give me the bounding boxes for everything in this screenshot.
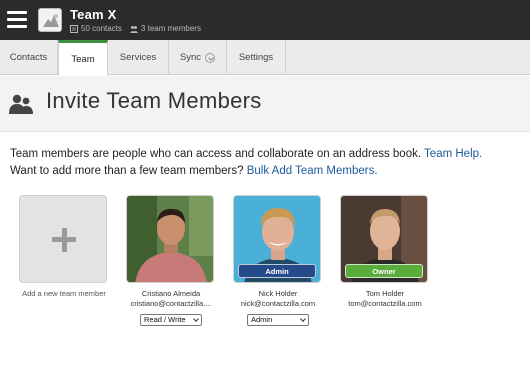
role-select-value: Read / Write — [144, 315, 186, 324]
member-name: Cristiano Almeida — [141, 289, 201, 298]
owner-badge: Owner — [345, 264, 423, 278]
description-text-2: Want to add more than a few team members… — [10, 165, 247, 177]
add-member-button[interactable] — [19, 195, 107, 283]
tab-team[interactable]: Team — [58, 40, 108, 76]
team-help-link[interactable]: Team Help. — [424, 148, 482, 160]
member-card: Owner Tom Holder tom@contactzilla.com — [340, 195, 430, 309]
member-email: cristiano@contactzilla.... — [130, 299, 212, 308]
tab-services[interactable]: Services — [108, 40, 169, 75]
description-text-1: Team members are people who can access a… — [10, 148, 425, 160]
add-member-card: Add a new team member — [19, 195, 109, 299]
member-name: Tom Holder — [365, 289, 405, 298]
top-bar: Team X 50 contacts 3 team members — [0, 0, 530, 40]
role-select[interactable]: Read / Write — [140, 313, 202, 326]
members-count: 3 team members — [140, 24, 201, 33]
member-name: Nick Holder — [258, 289, 298, 298]
team-meta: 50 contacts 3 team members — [70, 24, 209, 33]
bulk-add-link[interactable]: Bulk Add Team Members. — [247, 165, 378, 177]
member-card: Cristiano Almeida cristiano@contactzilla… — [126, 195, 216, 327]
team-icon — [9, 94, 33, 114]
chevron-down-icon — [205, 52, 216, 63]
page-heading: Invite Team Members — [0, 76, 530, 132]
hamburger-menu-icon[interactable] — [7, 11, 27, 28]
member-card: Admin Nick Holder nick@contactzilla.com … — [233, 195, 323, 327]
team-logo[interactable] — [38, 8, 62, 32]
avatar[interactable] — [126, 195, 214, 283]
chevron-down-icon — [300, 315, 306, 322]
page-title: Invite Team Members — [46, 88, 262, 113]
member-email: tom@contactzilla.com — [348, 299, 422, 308]
address-book-icon — [70, 24, 78, 33]
contacts-count: 50 contacts — [81, 24, 122, 33]
tab-bar: Contacts Team Services Sync Settings — [0, 40, 530, 76]
avatar[interactable]: Admin — [233, 195, 321, 283]
role-select[interactable]: Admin — [247, 313, 309, 326]
member-email: nick@contactzilla.com — [240, 299, 316, 308]
admin-badge: Admin — [238, 264, 316, 278]
chevron-down-icon — [193, 315, 199, 322]
tab-sync-label: Sync — [179, 52, 202, 63]
tab-contacts[interactable]: Contacts — [0, 40, 58, 75]
people-icon — [129, 25, 138, 33]
description: Team members are people who can access a… — [10, 146, 525, 180]
tab-settings[interactable]: Settings — [227, 40, 286, 75]
role-select-value: Admin — [251, 315, 273, 324]
tab-sync[interactable]: Sync — [169, 40, 227, 75]
team-name[interactable]: Team X — [70, 7, 116, 22]
add-member-label: Add a new team member — [22, 289, 106, 298]
avatar[interactable]: Owner — [340, 195, 428, 283]
